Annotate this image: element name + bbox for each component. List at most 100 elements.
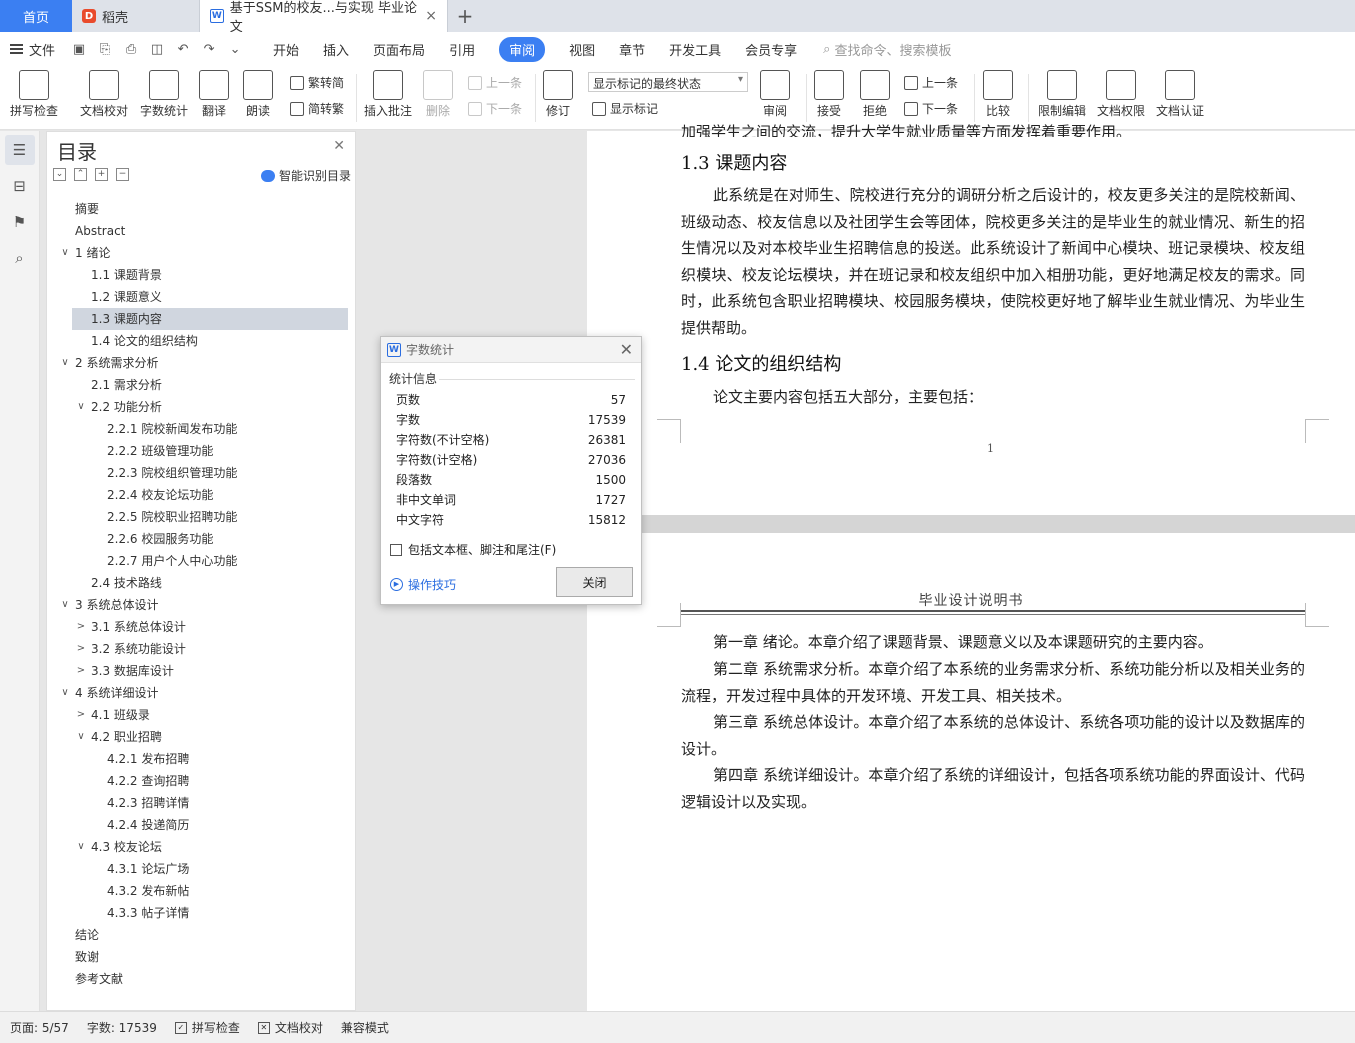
delete-comment-button[interactable]: 删除 [423,70,453,119]
chevron-down-icon[interactable]: ∨ [59,352,71,374]
tab-daoke[interactable]: D 稻壳 [72,0,200,32]
command-search[interactable]: ⌕ 查找命令、搜索模板 [823,40,951,59]
doc-permission-button[interactable]: 文档权限 [1097,70,1145,119]
toc-item[interactable]: 致谢 [47,946,355,968]
toc-item[interactable]: ∨ 2 系统需求分析 [47,352,355,374]
review-pane-button[interactable]: 审阅 [760,70,790,119]
revise-button[interactable]: 修订 [543,70,573,119]
toc-item[interactable]: 2.2.7 用户个人中心功能 [47,550,355,572]
toc-item[interactable]: 2.2.1 院校新闻发布功能 [47,418,355,440]
tab-close-icon[interactable]: × [425,8,437,24]
remove-heading-icon[interactable]: − [116,168,129,181]
trad-to-simp-button[interactable]: 繁转简 [290,74,344,91]
word-count-indicator[interactable]: 字数: 17539 [87,1019,157,1036]
toc-item[interactable]: ∨ 4 系统详细设计 [47,682,355,704]
compare-button[interactable]: 比较 [983,70,1013,119]
close-icon[interactable]: ✕ [620,340,633,359]
accept-button[interactable]: 接受 [814,70,844,119]
checkbox-box[interactable] [390,543,402,556]
toc-item[interactable]: Abstract [47,220,355,242]
show-markup-button[interactable]: 显示标记 [592,100,658,117]
menu-item-view[interactable]: 视图 [569,37,595,62]
close-button[interactable]: 关闭 [556,567,633,597]
customize-dropdown-icon[interactable]: ⌄ [227,42,243,57]
chevron-down-icon[interactable]: ∨ [75,836,87,858]
toc-item[interactable]: 2.2.6 校园服务功能 [47,528,355,550]
toc-item[interactable]: 摘要 [47,198,355,220]
toc-item[interactable]: 4.3.1 论坛广场 [47,858,355,880]
format-painter-icon[interactable]: ⎘ [97,42,113,57]
toc-item[interactable]: 1.3 课题内容 [72,308,348,330]
doc-cert-button[interactable]: 文档认证 [1156,70,1204,119]
collapse-icon[interactable]: ⌄ [53,168,66,181]
toc-item[interactable]: 4.2.4 投递简历 [47,814,355,836]
smart-toc-button[interactable]: 智能识别目录 [260,167,351,184]
read-aloud-button[interactable]: 朗读 [243,70,273,119]
menu-item-start[interactable]: 开始 [273,37,299,62]
proofread-status[interactable]: ✕ 文档校对 [257,1019,323,1036]
reject-button[interactable]: 拒绝 [860,70,890,119]
restrict-edit-button[interactable]: 限制编辑 [1038,70,1086,119]
add-heading-icon[interactable]: + [95,168,108,181]
next-change-button[interactable]: 下一条 [904,100,958,117]
toc-item[interactable]: >3.1 系统总体设计 [47,616,355,638]
chevron-right-icon[interactable]: > [75,704,87,726]
toc-item[interactable]: ∨ 2.2 功能分析 [47,396,355,418]
display-state-select[interactable]: 显示标记的最终状态 [588,72,748,92]
toc-item[interactable]: 4.2.3 招聘详情 [47,792,355,814]
toc-item[interactable]: 2.2.3 院校组织管理功能 [47,462,355,484]
toc-item[interactable]: 2.2.5 院校职业招聘功能 [47,506,355,528]
toc-panel-icon[interactable]: ☰ [4,135,35,165]
toc-item[interactable]: 4.3.2 发布新帖 [47,880,355,902]
menu-item-insert[interactable]: 插入 [323,37,349,62]
toc-item[interactable]: 4.3.3 帖子详情 [47,902,355,924]
chevron-down-icon[interactable]: ∨ [75,396,87,418]
chevron-down-icon[interactable]: ∨ [59,682,71,704]
toc-item[interactable]: 结论 [47,924,355,946]
close-icon[interactable]: ✕ [333,138,345,154]
menu-item-section[interactable]: 章节 [619,37,645,62]
toc-item[interactable]: >3.3 数据库设计 [47,660,355,682]
undo-icon[interactable]: ↶ [175,42,191,57]
menu-item-references[interactable]: 引用 [449,37,475,62]
chevron-down-icon[interactable]: ∨ [59,594,71,616]
page-indicator[interactable]: 页面: 5/57 [10,1019,69,1036]
toc-item[interactable]: 2.4 技术路线 [47,572,355,594]
toc-item[interactable]: ∨ 1 绪论 [47,242,355,264]
chevron-down-icon[interactable]: ∨ [75,726,87,748]
bookmark-icon[interactable]: ⚑ [5,207,35,237]
print-icon[interactable]: ⎙ [123,42,139,57]
print-preview-icon[interactable]: ◫ [149,42,165,57]
redo-icon[interactable]: ↷ [201,42,217,57]
next-comment-button[interactable]: 下一条 [468,100,522,117]
chapter-nav-icon[interactable]: ⊟ [5,171,35,201]
tab-document[interactable]: W 基于SSM的校友...与实现 毕业论文 × [200,0,448,35]
menu-item-review[interactable]: 审阅 [499,36,546,62]
new-tab-button[interactable]: + [448,0,482,32]
toc-item[interactable]: ∨ 4.2 职业招聘 [47,726,355,748]
menu-item-member[interactable]: 会员专享 [745,37,797,62]
toc-item[interactable]: >4.1 班级录 [47,704,355,726]
prev-change-button[interactable]: 上一条 [904,74,958,91]
toc-item[interactable]: 参考文献 [47,968,355,990]
toc-item[interactable]: 2.2.2 班级管理功能 [47,440,355,462]
prev-comment-button[interactable]: 上一条 [468,74,522,91]
toc-item[interactable]: 4.2.2 查询招聘 [47,770,355,792]
toc-item[interactable]: 2.1 需求分析 [47,374,355,396]
chevron-down-icon[interactable]: ∨ [59,242,71,264]
translate-button[interactable]: 翻译 [199,70,229,119]
find-icon[interactable]: ⌕ [5,243,35,273]
insert-comment-button[interactable]: 插入批注 [364,70,412,119]
toc-item[interactable]: 1.4 论文的组织结构 [47,330,355,352]
toc-item[interactable]: 4.2.1 发布招聘 [47,748,355,770]
file-menu[interactable]: 文件 [10,40,55,59]
include-textbox-checkbox[interactable]: 包括文本框、脚注和尾注(F) [390,541,556,558]
menu-item-developer[interactable]: 开发工具 [669,37,721,62]
toc-item[interactable]: 1.1 课题背景 [47,264,355,286]
toc-item[interactable]: >3.2 系统功能设计 [47,638,355,660]
spellcheck-button[interactable]: 拼写检查 [10,70,58,119]
toc-item[interactable]: 1.2 课题意义 [47,286,355,308]
tab-home[interactable]: 首页 [0,0,72,32]
chevron-right-icon[interactable]: > [75,638,87,660]
simp-to-trad-button[interactable]: 简转繁 [290,100,344,117]
